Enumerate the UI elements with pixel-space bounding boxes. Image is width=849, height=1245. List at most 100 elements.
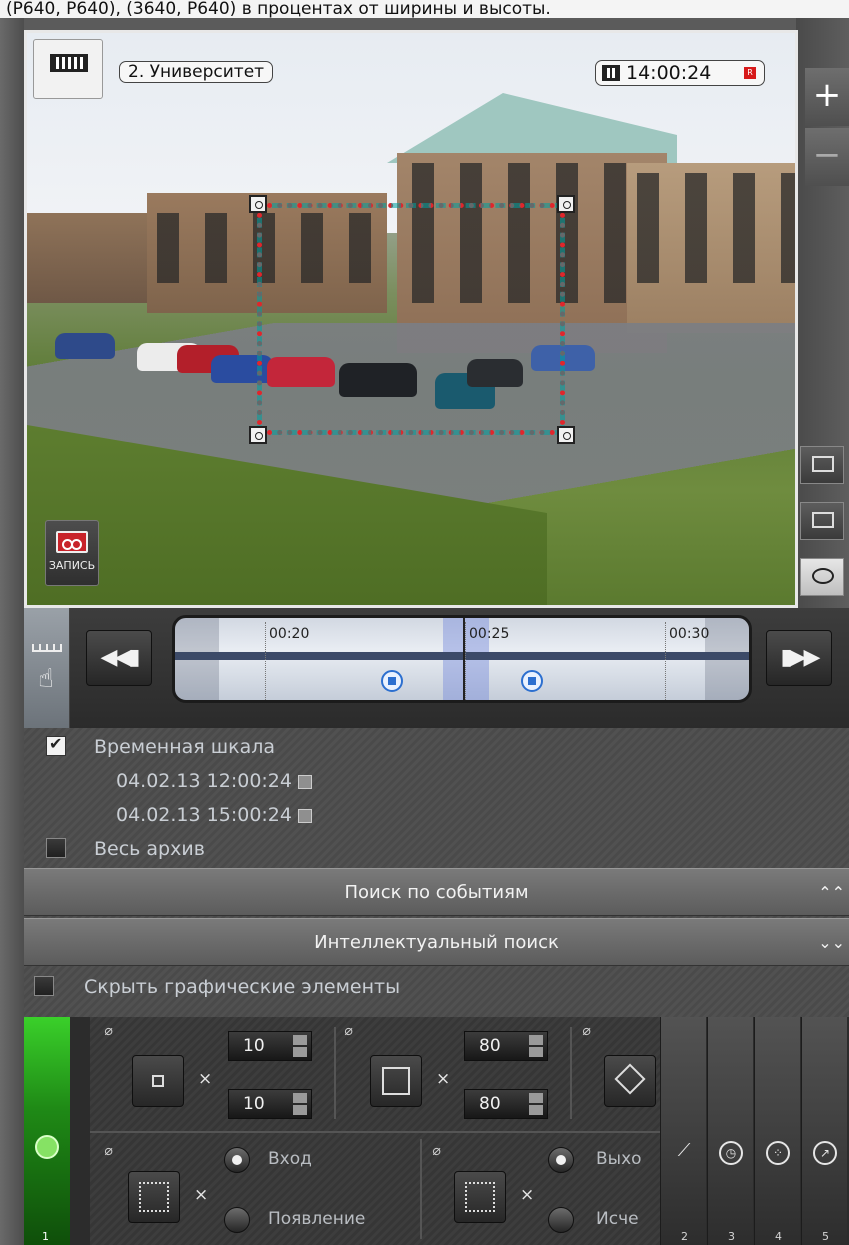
- scene-car: [55, 333, 115, 359]
- max-size-button[interactable]: [370, 1055, 422, 1107]
- times-sign: ×: [194, 1185, 209, 1205]
- vanish-radio[interactable]: [548, 1207, 574, 1233]
- column-number: 5: [822, 1230, 829, 1243]
- max-width-stepper[interactable]: 80: [464, 1031, 548, 1061]
- all-archive-checkbox[interactable]: [46, 838, 66, 858]
- smart-search-section[interactable]: Интеллектуальный поиск ⌄⌄: [24, 918, 849, 966]
- calendar-icon[interactable]: [297, 808, 312, 823]
- disable-icon[interactable]: ⌀: [432, 1143, 440, 1159]
- timeline-tab[interactable]: ☝: [24, 608, 70, 728]
- exit-area-button[interactable]: [454, 1171, 506, 1223]
- event-search-section[interactable]: Поиск по событиям ⌃⌃: [24, 868, 849, 916]
- resize-handle-bottom-right[interactable]: [557, 426, 575, 444]
- next-fragment-button[interactable]: ▮▶▶: [766, 630, 832, 686]
- entry-radio[interactable]: [224, 1147, 250, 1173]
- direction-icon: ↗: [813, 1141, 837, 1165]
- tick-line: [265, 622, 266, 700]
- divider: [420, 1139, 422, 1239]
- scene-windows: [637, 173, 795, 283]
- column-number: 1: [42, 1230, 49, 1243]
- disable-icon[interactable]: ⌀: [344, 1023, 352, 1039]
- column-number: 4: [775, 1230, 782, 1243]
- interval-start-marker[interactable]: [381, 670, 403, 692]
- timeline-panel: ☝ ◀◀▮ ▮▶▶ 00:20 00:25 00:30: [24, 608, 849, 728]
- line-crossing-icon: ⟋: [677, 1140, 691, 1161]
- timescale-label: Временная шкала: [94, 736, 276, 758]
- min-width-stepper[interactable]: 10: [228, 1031, 312, 1061]
- camera-time[interactable]: 14:00:24 R: [595, 60, 765, 86]
- hide-graphics-label: Скрыть графические элементы: [84, 976, 401, 998]
- color-fill-button[interactable]: [604, 1055, 656, 1107]
- ruler-icon: [32, 640, 62, 652]
- date-start[interactable]: 04.02.13 12:00:24: [116, 770, 312, 792]
- entry-label: Вход: [268, 1149, 312, 1169]
- pause-icon[interactable]: [602, 65, 620, 81]
- hide-graphics-checkbox[interactable]: [34, 976, 54, 996]
- zoom-in-button[interactable]: +: [805, 68, 849, 126]
- timescale-checkbox[interactable]: [46, 734, 66, 756]
- exit-radio[interactable]: [548, 1147, 574, 1173]
- smart-search-label: Интеллектуальный поиск: [314, 932, 559, 953]
- entry-area-button[interactable]: [128, 1171, 180, 1223]
- chevron-up-icon: ⌃⌃: [818, 883, 845, 902]
- camera-film-icon[interactable]: [33, 39, 103, 99]
- tick-line: [465, 622, 466, 700]
- exit-label: Выхо: [596, 1149, 642, 1169]
- date-end-value: 04.02.13 15:00:24: [116, 804, 292, 826]
- scene-building: [27, 213, 157, 303]
- resize-handle-bottom-left[interactable]: [249, 426, 267, 444]
- time-cursor[interactable]: [463, 618, 465, 700]
- calendar-icon[interactable]: [297, 774, 312, 789]
- camera-name: 2. Университет: [119, 61, 274, 83]
- archive-icon[interactable]: [800, 502, 844, 540]
- chevron-down-icon: ⌄⌄: [818, 933, 845, 952]
- crowd-icon: ⁘: [766, 1141, 790, 1165]
- times-sign: ×: [436, 1069, 451, 1089]
- record-button[interactable]: ЗАПИСЬ: [45, 520, 99, 586]
- smart-search-tools: 1 ⌀ × 10 10 ⌀ × 80 80 ⌀ ⌀ × Вход Появлен…: [24, 1017, 849, 1245]
- divider: [570, 1027, 572, 1119]
- tick-label: 00:30: [669, 626, 710, 642]
- search-panel: Временная шкала 04.02.13 12:00:24 04.02.…: [24, 728, 849, 1245]
- monitor-icon[interactable]: [800, 446, 844, 484]
- date-end[interactable]: 04.02.13 15:00:24: [116, 804, 312, 826]
- disable-icon[interactable]: ⌀: [104, 1023, 112, 1039]
- tool-column-2[interactable]: ⟋ 2: [660, 1017, 706, 1245]
- tape-icon: [56, 531, 88, 553]
- event-search-label: Поиск по событиям: [344, 882, 529, 903]
- date-start-value: 04.02.13 12:00:24: [116, 770, 292, 792]
- disable-icon[interactable]: ⌀: [582, 1023, 590, 1039]
- page-caption: (P640, P640), (3640, P640) в процентах о…: [0, 0, 849, 18]
- record-label: ЗАПИСЬ: [48, 559, 96, 572]
- detection-area-rectangle[interactable]: [257, 203, 565, 435]
- disable-icon[interactable]: ⌀: [104, 1143, 112, 1159]
- tool-column-4[interactable]: ⁘ 4: [754, 1017, 800, 1245]
- interval-end-marker[interactable]: [521, 670, 543, 692]
- eye-icon[interactable]: [800, 558, 844, 596]
- time-scale[interactable]: 00:20 00:25 00:30: [172, 615, 752, 703]
- motion-icon: [35, 1135, 59, 1159]
- divider: [90, 1131, 660, 1133]
- camera-view[interactable]: 2. Университет 14:00:24 R ЗАПИСЬ: [24, 30, 798, 608]
- min-size-button[interactable]: [132, 1055, 184, 1107]
- tool-column-5[interactable]: ↗ 5: [801, 1017, 847, 1245]
- min-height-stepper[interactable]: 10: [228, 1089, 312, 1119]
- times-sign: ×: [198, 1069, 213, 1089]
- tool-column-1[interactable]: 1: [24, 1017, 70, 1245]
- scale-band: [175, 652, 749, 660]
- column-number: 3: [728, 1230, 735, 1243]
- rec-indicator: R: [744, 67, 756, 79]
- resize-handle-top-left[interactable]: [249, 195, 267, 213]
- vanish-label: Исче: [596, 1209, 639, 1229]
- max-height-stepper[interactable]: 80: [464, 1089, 548, 1119]
- hand-pointer-icon: ☝: [38, 664, 54, 694]
- appear-radio[interactable]: [224, 1207, 250, 1233]
- tick-label: 00:25: [469, 626, 510, 642]
- clock-icon: ◷: [719, 1141, 743, 1165]
- all-archive-label: Весь архив: [94, 838, 205, 860]
- tool-column-3[interactable]: ◷ 3: [707, 1017, 753, 1245]
- camera-time-value: 14:00:24: [626, 62, 712, 84]
- resize-handle-top-right[interactable]: [557, 195, 575, 213]
- prev-fragment-button[interactable]: ◀◀▮: [86, 630, 152, 686]
- zoom-out-button[interactable]: −: [805, 128, 849, 186]
